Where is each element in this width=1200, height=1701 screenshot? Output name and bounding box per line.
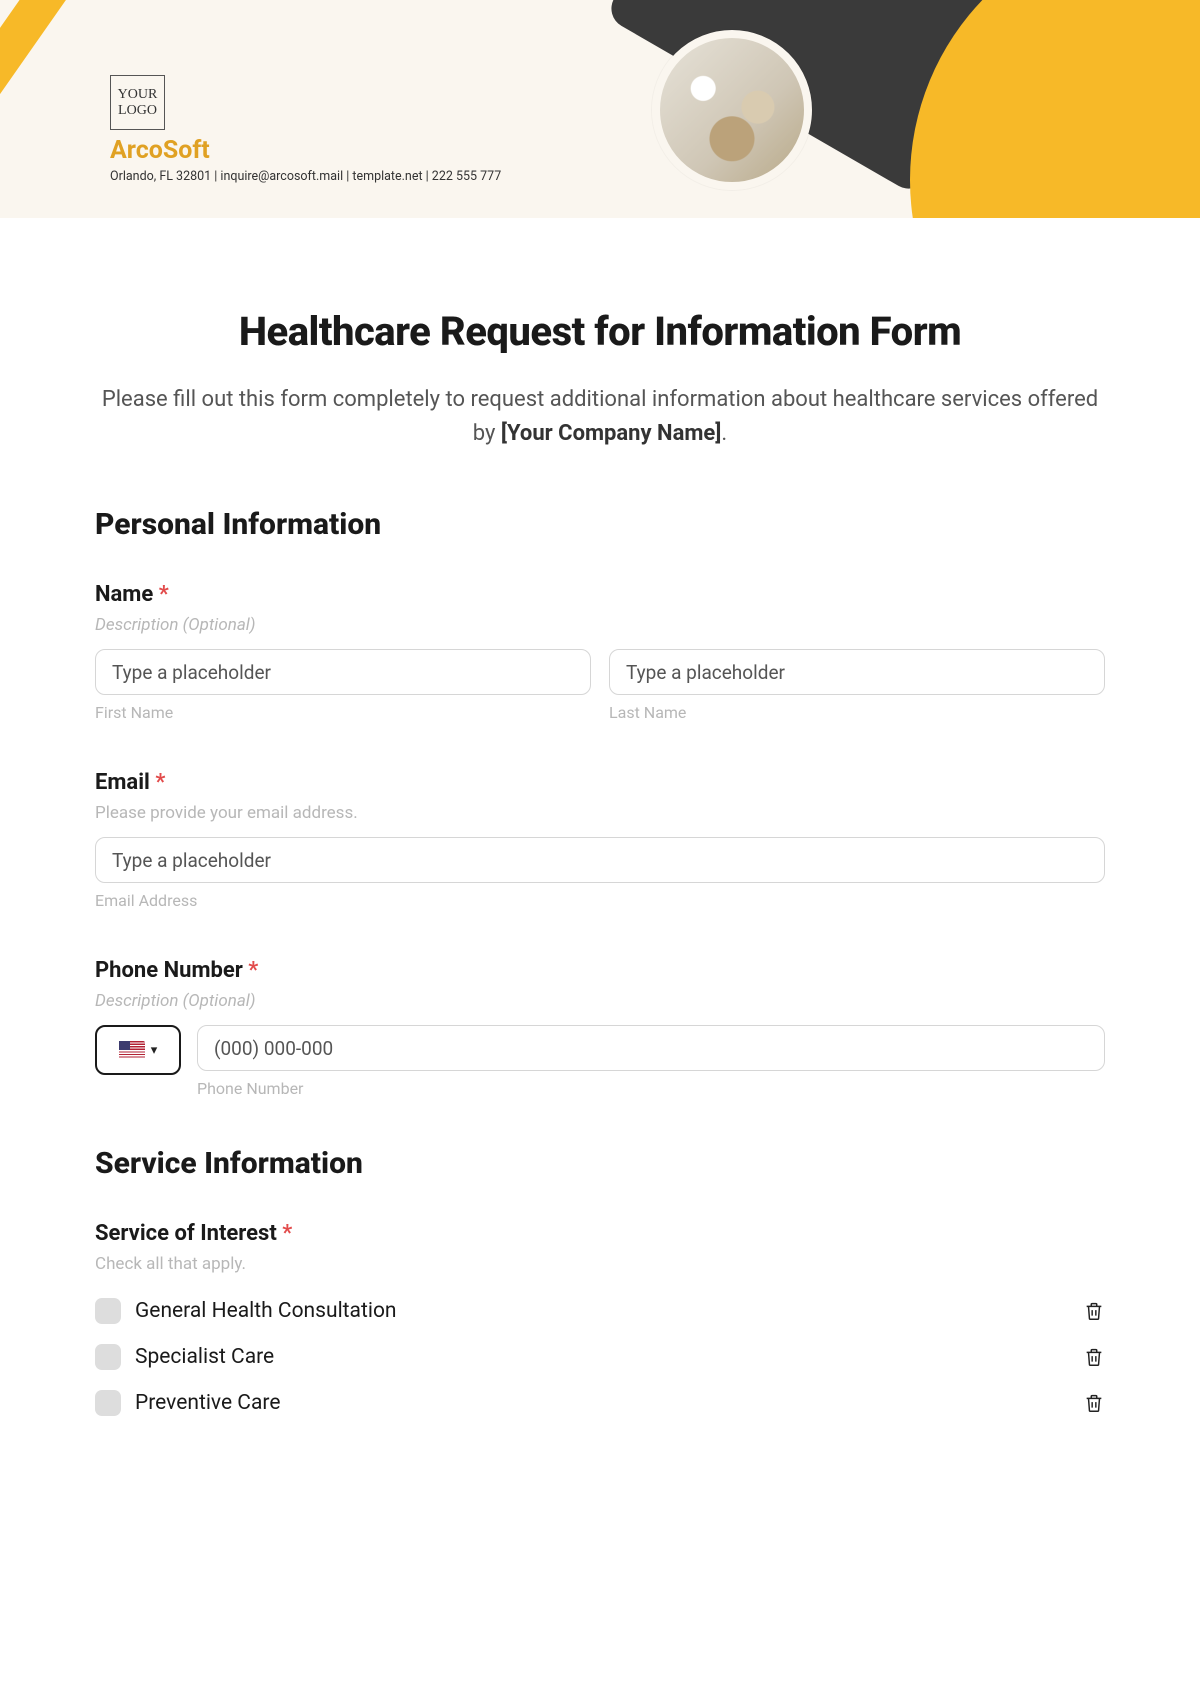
phone-sublabel: Phone Number xyxy=(197,1079,1105,1098)
trash-icon[interactable] xyxy=(1083,1392,1105,1414)
option-label: General Health Consultation xyxy=(135,1299,1069,1323)
trash-icon[interactable] xyxy=(1083,1300,1105,1322)
field-phone: Phone Number * Description (Optional) ▾ … xyxy=(95,958,1105,1098)
banner-photo xyxy=(652,30,812,190)
email-input[interactable] xyxy=(95,837,1105,883)
chevron-down-icon: ▾ xyxy=(151,1043,158,1058)
service-interest-label: Service of Interest * xyxy=(95,1221,1105,1246)
logo-placeholder: YOUR LOGO xyxy=(110,75,165,130)
form-content: Healthcare Request for Information Form … xyxy=(0,218,1200,1476)
email-label: Email * xyxy=(95,770,1105,795)
service-interest-desc: Check all that apply. xyxy=(95,1254,1105,1274)
checkbox[interactable] xyxy=(95,1298,121,1324)
company-name: ArcoSoft xyxy=(110,136,501,165)
option-label: Preventive Care xyxy=(135,1391,1069,1415)
banner-decoration xyxy=(580,0,1200,218)
field-service-interest: Service of Interest * Check all that app… xyxy=(95,1221,1105,1426)
first-name-sublabel: First Name xyxy=(95,703,591,722)
service-options-list: General Health Consultation Specialist C… xyxy=(95,1288,1105,1426)
last-name-input[interactable] xyxy=(609,649,1105,695)
first-name-input[interactable] xyxy=(95,649,591,695)
email-sublabel: Email Address xyxy=(95,891,1105,910)
section-personal-heading: Personal Information xyxy=(95,507,1105,542)
us-flag-icon xyxy=(119,1041,145,1059)
header-banner: YOUR LOGO ArcoSoft Orlando, FL 32801 | i… xyxy=(0,0,1200,218)
phone-desc: Description (Optional) xyxy=(95,991,1105,1011)
trash-icon[interactable] xyxy=(1083,1346,1105,1368)
name-label: Name * xyxy=(95,582,1105,607)
page-title: Healthcare Request for Information Form xyxy=(95,308,1105,355)
checkbox[interactable] xyxy=(95,1390,121,1416)
page-subtitle: Please fill out this form completely to … xyxy=(95,383,1105,451)
phone-input[interactable] xyxy=(197,1025,1105,1071)
company-info: Orlando, FL 32801 | inquire@arcosoft.mai… xyxy=(110,169,501,184)
checkbox[interactable] xyxy=(95,1344,121,1370)
list-item: General Health Consultation xyxy=(95,1288,1105,1334)
name-desc: Description (Optional) xyxy=(95,615,1105,635)
list-item: Preventive Care xyxy=(95,1380,1105,1426)
phone-label: Phone Number * xyxy=(95,958,1105,983)
section-service-heading: Service Information xyxy=(95,1146,1105,1181)
logo-block: YOUR LOGO ArcoSoft Orlando, FL 32801 | i… xyxy=(110,75,501,184)
email-desc: Please provide your email address. xyxy=(95,803,1105,823)
list-item: Specialist Care xyxy=(95,1334,1105,1380)
country-code-select[interactable]: ▾ xyxy=(95,1025,181,1075)
field-name: Name * Description (Optional) First Name… xyxy=(95,582,1105,722)
field-email: Email * Please provide your email addres… xyxy=(95,770,1105,910)
last-name-sublabel: Last Name xyxy=(609,703,1105,722)
option-label: Specialist Care xyxy=(135,1345,1069,1369)
